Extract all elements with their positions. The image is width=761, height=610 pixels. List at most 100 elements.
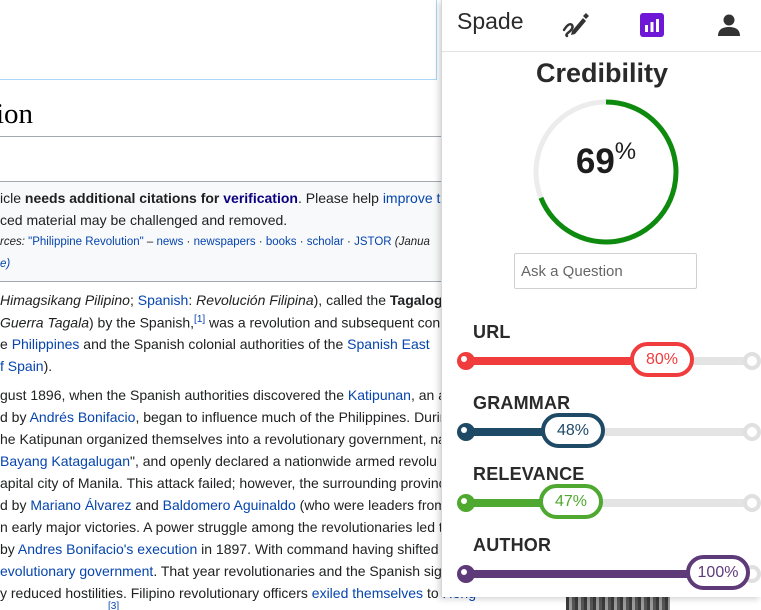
metric-value-handle[interactable]: 48% bbox=[541, 413, 605, 448]
revolutionary-government-link[interactable]: evolutionary government bbox=[0, 563, 153, 579]
text: ; bbox=[129, 292, 138, 308]
article-line: gust 1896, when the Spanish authorities … bbox=[0, 387, 446, 403]
slider-start-dot bbox=[457, 352, 475, 370]
text: (who were leaders from bbox=[295, 497, 446, 513]
slider-end-dot bbox=[743, 494, 761, 512]
philippines-link[interactable]: Philippines bbox=[12, 336, 80, 352]
article-line: d by Andrés Bonifacio, began to influenc… bbox=[0, 409, 448, 425]
text: to bbox=[423, 585, 443, 601]
slider-start-dot bbox=[457, 565, 475, 583]
metric-value-handle[interactable]: 47% bbox=[539, 484, 603, 519]
slider-start-dot bbox=[457, 423, 475, 441]
separator: · bbox=[343, 236, 355, 248]
text: e bbox=[0, 336, 12, 352]
slider-start-dot-center bbox=[461, 427, 467, 433]
notice-text: icle bbox=[0, 190, 25, 206]
text: ", and openly declared a nationwide arme… bbox=[130, 453, 437, 469]
separator: · bbox=[296, 236, 307, 248]
alvarez-link[interactable]: Mariano Álvarez bbox=[30, 497, 131, 513]
metric-slider-track[interactable]: 100% bbox=[457, 555, 761, 590]
article-line: e Philippines and the Spanish colonial a… bbox=[0, 336, 430, 352]
credibility-unit: % bbox=[614, 138, 637, 165]
metric-slider-track[interactable]: 48% bbox=[457, 413, 761, 448]
article-photo bbox=[566, 596, 670, 610]
verification-link[interactable]: verification bbox=[223, 190, 298, 206]
metric-label: RELEVANCE bbox=[473, 464, 585, 484]
text: d by bbox=[0, 409, 30, 425]
wiki-search-area[interactable] bbox=[0, 0, 437, 80]
news-link[interactable]: news bbox=[157, 236, 184, 248]
article-line: Himagsikang Pilipino; Spanish: Revolució… bbox=[0, 292, 460, 308]
find-sources-label: rces: bbox=[0, 236, 29, 248]
credibility-value: 69 bbox=[575, 142, 615, 181]
slider-start-dot bbox=[457, 494, 475, 512]
article-line: apital city of Manila. This attack faile… bbox=[0, 475, 446, 491]
text: gust 1896, when the Spanish authorities … bbox=[0, 387, 348, 403]
source-search-link[interactable]: "Philippine Revolution" bbox=[28, 236, 144, 248]
credibility-score: 69% bbox=[528, 138, 684, 182]
metric-slider-track[interactable]: 47% bbox=[457, 484, 761, 519]
article-line: Bayang Katagalugan", and openly declared… bbox=[0, 453, 437, 469]
metric-slider-track[interactable]: 80% bbox=[457, 342, 761, 377]
notice-line-1: icle needs additional citations for veri… bbox=[0, 190, 440, 206]
credibility-title: Credibility bbox=[535, 58, 669, 88]
article-line: y reduced hostilities. Filipino revoluti… bbox=[0, 585, 476, 601]
panel-header: Spade bbox=[442, 0, 761, 52]
user-icon[interactable] bbox=[714, 10, 744, 40]
title-divider bbox=[0, 136, 445, 137]
article-line: Guerra Tagala) by the Spanish,[1] was a … bbox=[0, 314, 440, 331]
pen-edit-icon[interactable] bbox=[559, 10, 589, 40]
metric-value-handle[interactable]: 100% bbox=[686, 555, 750, 590]
metric-label: URL bbox=[473, 322, 511, 342]
article-line: evolutionary government. That year revol… bbox=[0, 563, 442, 579]
article-line: by Andres Bonifacio's execution in 1897.… bbox=[0, 541, 439, 557]
bar-chart-icon[interactable] bbox=[637, 10, 667, 40]
ask-question-input[interactable] bbox=[514, 253, 697, 289]
notice-line-4[interactable]: e) bbox=[0, 258, 10, 270]
notice-text: . Please help bbox=[297, 190, 383, 206]
aguinaldo-link[interactable]: Baldomero Aguinaldo bbox=[163, 497, 296, 513]
improve-link[interactable]: improve t bbox=[383, 190, 441, 206]
article-line: f Spain). bbox=[0, 358, 52, 374]
text: ). bbox=[43, 358, 53, 374]
article-title: ion bbox=[0, 98, 34, 130]
text: y reduced hostilities. Filipino revoluti… bbox=[0, 585, 312, 601]
text: . That year revolutionaries and the Span… bbox=[153, 563, 442, 579]
jstor-link[interactable]: JSTOR bbox=[354, 236, 392, 248]
find-sources-line: rces: "Philippine Revolution" – news · n… bbox=[0, 236, 430, 248]
text: Revolución Filipina bbox=[196, 292, 314, 308]
text: Himagsikang Pilipino bbox=[0, 292, 130, 308]
article-line: he Katipunan organized themselves into a… bbox=[0, 431, 446, 447]
text: : bbox=[188, 292, 197, 308]
newspapers-link[interactable]: newspapers bbox=[194, 236, 256, 248]
scholar-link[interactable]: scholar bbox=[307, 236, 344, 248]
notice-line-2: ced material may be challenged and remov… bbox=[0, 212, 288, 228]
separator: · bbox=[183, 236, 194, 248]
metric-value-handle[interactable]: 80% bbox=[630, 342, 694, 377]
citation-link[interactable]: [3] bbox=[108, 601, 119, 610]
article-line: d by Mariano Álvarez and Baldomero Aguin… bbox=[0, 497, 446, 513]
text: , began to influence much of the Philipp… bbox=[135, 409, 448, 425]
katipunan-link[interactable]: Katipunan bbox=[348, 387, 411, 403]
separator: · bbox=[255, 236, 266, 248]
slider-start-dot-center bbox=[461, 498, 467, 504]
text: ), called the bbox=[313, 292, 390, 308]
slider-start-dot-center bbox=[461, 569, 467, 575]
text: in 1897. With command having shifted bbox=[197, 541, 439, 557]
spanish-link[interactable]: Spanish bbox=[138, 292, 189, 308]
execution-link[interactable]: Andres Bonifacio's execution bbox=[18, 541, 197, 557]
text: and the Spanish colonial authorities of … bbox=[79, 336, 348, 352]
text: and bbox=[131, 497, 163, 513]
bonifacio-link[interactable]: Andrés Bonifacio bbox=[30, 409, 136, 425]
date-note: (Janua bbox=[391, 236, 430, 248]
text: Guerra Tagala bbox=[0, 314, 89, 331]
metric-label: GRAMMAR bbox=[473, 393, 571, 413]
brand-name: Spade bbox=[457, 8, 524, 34]
spanish-east-indies-link[interactable]: Spanish East bbox=[347, 336, 430, 352]
exiled-link[interactable]: exiled themselves bbox=[312, 585, 423, 601]
citation-link[interactable]: [1] bbox=[194, 314, 205, 325]
books-link[interactable]: books bbox=[266, 236, 297, 248]
katagalugan-link[interactable]: Bayang Katagalugan bbox=[0, 453, 130, 469]
text: ) by the Spanish, bbox=[88, 314, 195, 331]
spain-link[interactable]: f Spain bbox=[0, 358, 44, 374]
